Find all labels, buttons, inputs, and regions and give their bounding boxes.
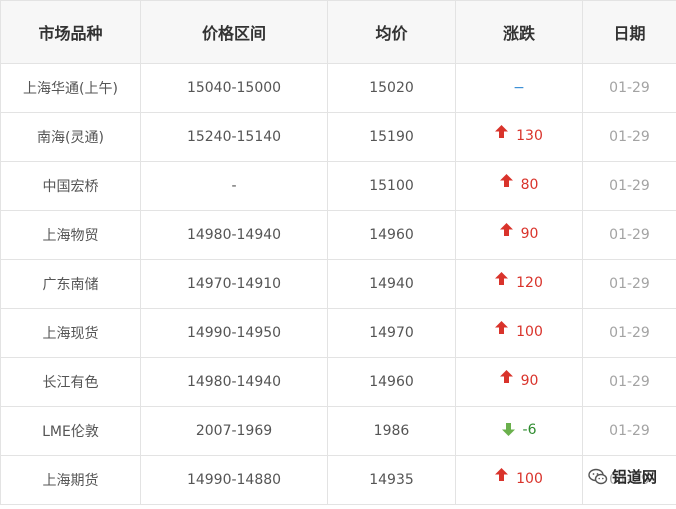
header-price-range: 价格区间: [140, 0, 328, 64]
change-value: 80: [499, 174, 539, 193]
change-number: -6: [522, 421, 537, 438]
change-number: 80: [520, 176, 539, 193]
cell-average-price: 14970: [327, 308, 456, 358]
cell-market: 上海物贸: [0, 210, 141, 260]
table-row: 广东南储 14970-14910 14940 120 01-29: [0, 259, 676, 309]
cell-date: 01-29: [582, 357, 676, 407]
header-date: 日期: [582, 0, 676, 64]
table-row: LME伦敦 2007-1969 1986 -6 01-29: [0, 406, 676, 456]
change-value: 100: [495, 321, 543, 340]
arrow-up-icon: [499, 174, 513, 188]
cell-date: 01-29: [582, 259, 676, 309]
cell-date: 01-29: [582, 308, 676, 358]
price-table: 市场品种 价格区间 均价 涨跌 日期 上海华通(上午) 15040-15000 15…: [0, 0, 676, 505]
cell-change: -6: [455, 406, 583, 456]
cell-change: −: [455, 63, 583, 113]
cell-date: 01-29: [582, 161, 676, 211]
cell-average-price: 14960: [327, 210, 456, 260]
arrow-up-icon: [499, 223, 513, 237]
cell-market: 上海期货: [0, 455, 141, 505]
change-number: 100: [516, 470, 543, 487]
cell-price-range: 15240-15140: [140, 112, 328, 162]
cell-change: 80: [455, 161, 583, 211]
table-row: 上海期货 14990-14880 14935 100 01-29: [0, 455, 676, 505]
cell-market: 中国宏桥: [0, 161, 141, 211]
cell-price-range: 14980-14940: [140, 210, 328, 260]
arrow-down-icon: [501, 423, 515, 437]
cell-market: LME伦敦: [0, 406, 141, 456]
table-row: 长江有色 14980-14940 14960 90 01-29: [0, 357, 676, 407]
change-value: 90: [499, 223, 539, 242]
cell-average-price: 15100: [327, 161, 456, 211]
cell-market: 上海华通(上午): [0, 63, 141, 113]
table-row: 上海华通(上午) 15040-15000 15020 − 01-29: [0, 63, 676, 113]
cell-market: 长江有色: [0, 357, 141, 407]
watermark: 铝道网: [588, 466, 657, 487]
cell-date: 01-29: [582, 63, 676, 113]
cell-market: 广东南储: [0, 259, 141, 309]
watermark-text: 铝道网: [612, 468, 658, 486]
change-number: 90: [520, 372, 539, 389]
header-market: 市场品种: [0, 0, 141, 64]
cell-change: 100: [455, 455, 583, 505]
cell-price-range: 14980-14940: [140, 357, 328, 407]
cell-average-price: 14940: [327, 259, 456, 309]
cell-average-price: 1986: [327, 406, 456, 456]
change-value: 100: [495, 468, 543, 487]
change-value: 90: [499, 370, 539, 389]
arrow-up-icon: [495, 468, 509, 482]
cell-date: 01-29: [582, 210, 676, 260]
cell-price-range: 14990-14950: [140, 308, 328, 358]
cell-price-range: 2007-1969: [140, 406, 328, 456]
cell-change: 90: [455, 210, 583, 260]
table-row: 中国宏桥 -15100 80 01-29: [0, 161, 676, 211]
change-value: −: [513, 80, 525, 96]
header-average-price: 均价: [327, 0, 456, 64]
arrow-up-icon: [495, 321, 509, 335]
change-number: 130: [516, 127, 543, 144]
cell-price-range: 14970-14910: [140, 259, 328, 309]
cell-average-price: 15020: [327, 63, 456, 113]
table-row: 南海(灵通) 15240-15140 15190 130 01-29: [0, 112, 676, 162]
change-value: -6: [501, 421, 537, 438]
header-change: 涨跌: [455, 0, 583, 64]
change-value: 130: [495, 125, 543, 144]
cell-market: 上海现货: [0, 308, 141, 358]
change-number: −: [513, 80, 525, 96]
change-value: 120: [495, 272, 543, 291]
cell-average-price: 15190: [327, 112, 456, 162]
arrow-up-icon: [495, 272, 509, 286]
change-number: 100: [516, 323, 543, 340]
cell-change: 90: [455, 357, 583, 407]
cell-date: 01-29: [582, 406, 676, 456]
table-header-row: 市场品种 价格区间 均价 涨跌 日期: [0, 0, 676, 64]
change-number: 120: [516, 274, 543, 291]
arrow-up-icon: [495, 125, 509, 139]
table-row: 上海现货 14990-14950 14970 100 01-29: [0, 308, 676, 358]
cell-average-price: 14935: [327, 455, 456, 505]
change-number: 90: [520, 225, 539, 242]
table-row: 上海物贸 14980-14940 14960 90 01-29: [0, 210, 676, 260]
cell-change: 100: [455, 308, 583, 358]
cell-price-range: 15040-15000: [140, 63, 328, 113]
cell-change: 120: [455, 259, 583, 309]
cell-market: 南海(灵通): [0, 112, 141, 162]
cell-change: 130: [455, 112, 583, 162]
wechat-icon: [588, 468, 608, 484]
cell-date: 01-29: [582, 112, 676, 162]
cell-average-price: 14960: [327, 357, 456, 407]
cell-price-range: 14990-14880: [140, 455, 328, 505]
arrow-up-icon: [499, 370, 513, 384]
cell-price-range: -: [140, 161, 328, 211]
